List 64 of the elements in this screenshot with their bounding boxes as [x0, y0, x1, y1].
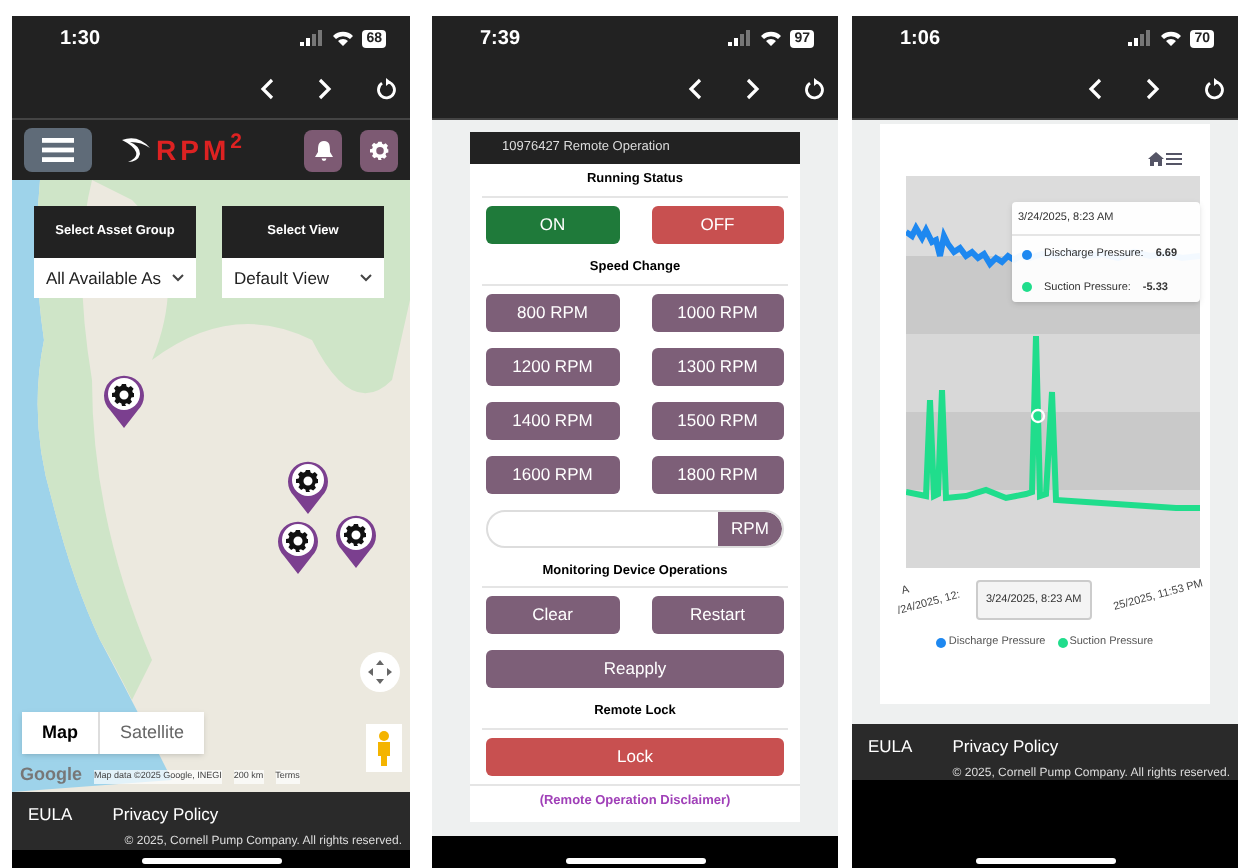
reload-icon[interactable]	[1204, 78, 1226, 100]
dropdown[interactable]: Default View	[222, 258, 384, 298]
footer-link[interactable]: EULA	[28, 802, 73, 828]
bell-icon	[313, 139, 333, 161]
action-button[interactable]: Clear	[486, 596, 619, 635]
action-button[interactable]: 1200 RPM	[486, 347, 619, 385]
action-button[interactable]: 1800 RPM	[651, 455, 784, 493]
dropdown[interactable]: All Available As	[34, 258, 196, 298]
footer-link[interactable]: EULA	[868, 734, 913, 760]
map-marker-icon[interactable]	[286, 460, 330, 516]
action-button[interactable]: 1400 RPM	[486, 401, 619, 439]
wifi-icon	[332, 30, 355, 46]
chevron-down-icon	[172, 274, 184, 282]
hover-marker	[1030, 408, 1046, 424]
reload-icon[interactable]	[376, 78, 398, 100]
notifications-button[interactable]	[304, 129, 342, 171]
home-indicator	[141, 858, 281, 864]
back-icon[interactable]	[688, 78, 702, 100]
signal-icon	[1128, 30, 1153, 46]
home-icon[interactable]	[1148, 152, 1164, 166]
map-marker-icon[interactable]	[334, 514, 378, 570]
footer-link[interactable]: Privacy Policy	[952, 734, 1059, 760]
map-marker-icon[interactable]	[102, 374, 146, 430]
home-indicator	[565, 858, 705, 864]
settings-button[interactable]	[360, 129, 398, 171]
map-type-tab[interactable]: Map	[22, 712, 98, 754]
action-button[interactable]: 1600 RPM	[486, 455, 619, 493]
home-indicator	[975, 858, 1115, 864]
signal-icon	[728, 30, 753, 46]
back-icon[interactable]	[1088, 78, 1102, 100]
forward-icon[interactable]	[746, 78, 760, 100]
map-type-tab[interactable]: Satellite	[98, 712, 205, 754]
chevron-down-icon	[360, 274, 372, 282]
wifi-icon	[1160, 30, 1183, 46]
forward-icon[interactable]	[1146, 78, 1160, 100]
menu-icon	[42, 138, 74, 162]
action-button[interactable]: Lock	[486, 738, 784, 776]
pan-control-icon[interactable]	[360, 652, 400, 692]
action-button[interactable]: 1000 RPM	[651, 293, 784, 331]
action-button[interactable]: 1500 RPM	[651, 401, 784, 439]
menu-icon[interactable]	[1166, 152, 1182, 166]
settings-icon	[369, 140, 389, 160]
wifi-icon	[760, 30, 783, 46]
status-time: 1:30	[60, 25, 101, 53]
action-button[interactable]: 1300 RPM	[651, 347, 784, 385]
rpm-field[interactable]: RPM	[486, 509, 784, 547]
forward-icon[interactable]	[318, 78, 332, 100]
reload-icon[interactable]	[804, 78, 826, 100]
logo-icon	[120, 136, 152, 164]
action-button[interactable]: OFF	[651, 205, 784, 244]
action-button[interactable]: Reapply	[486, 650, 784, 689]
app-logo: RPM$^{2}$	[156, 129, 246, 169]
back-icon[interactable]	[260, 78, 274, 100]
menu-button[interactable]	[24, 128, 92, 172]
status-time: 1:06	[900, 25, 941, 53]
map-marker-icon[interactable]	[276, 520, 320, 576]
footer-link[interactable]: Privacy Policy	[112, 802, 219, 828]
unit-label: RPM	[718, 511, 782, 545]
action-button[interactable]: ON	[486, 205, 619, 244]
action-button[interactable]: 800 RPM	[486, 293, 619, 331]
signal-icon	[300, 30, 325, 46]
action-button[interactable]: Restart	[651, 596, 784, 635]
status-time: 7:39	[480, 25, 521, 53]
google-logo: Google	[20, 766, 82, 784]
